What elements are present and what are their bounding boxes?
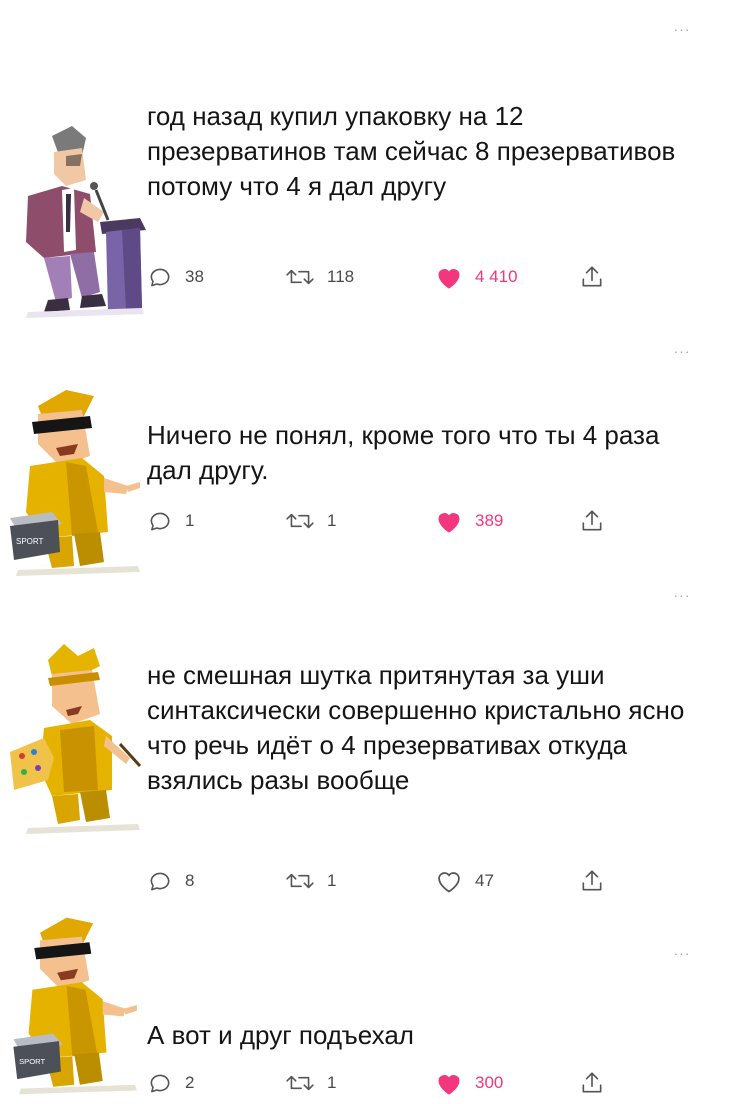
reply-count: 2 — [185, 1073, 195, 1092]
share-icon — [582, 1072, 602, 1093]
more-options-icon[interactable]: ··· — [668, 588, 696, 602]
reply-button[interactable]: 2 — [147, 1068, 194, 1098]
reply-count: 38 — [185, 267, 204, 286]
tweet-actions: 8 1 47 — [147, 866, 617, 896]
more-options-icon[interactable]: ··· — [668, 946, 696, 960]
reply-icon — [150, 512, 170, 531]
like-button[interactable]: 4 410 — [435, 262, 518, 292]
share-icon — [582, 870, 602, 891]
tweet-actions: 1 1 389 — [147, 506, 617, 536]
tweet-actions: 2 1 300 — [147, 1068, 617, 1098]
like-count: 4 410 — [475, 267, 518, 286]
avatar-painter-icon[interactable] — [8, 640, 148, 840]
tweet-text: год назад купил упаковку на 12 презерват… — [147, 101, 676, 201]
retweet-button[interactable]: 1 — [285, 506, 336, 536]
reply-button[interactable]: 38 — [147, 262, 204, 292]
like-count: 300 — [475, 1073, 504, 1092]
heart-filled-icon — [438, 513, 460, 533]
tweet-actions: 38 118 4 410 — [147, 262, 617, 292]
reply-count: 8 — [185, 871, 195, 890]
retweet-icon — [286, 873, 314, 889]
tweet-3: ··· не смешная шутка притянутая за уши с… — [0, 588, 736, 910]
reply-count: 1 — [185, 511, 195, 530]
retweet-count: 1 — [327, 511, 337, 530]
like-button[interactable]: 389 — [435, 506, 503, 536]
reply-icon — [150, 268, 170, 287]
more-options-icon[interactable]: ··· — [668, 344, 696, 358]
retweet-count: 1 — [327, 1073, 337, 1092]
reply-icon — [150, 1074, 170, 1093]
more-options-icon[interactable]: ··· — [668, 22, 696, 36]
like-count: 47 — [475, 871, 494, 890]
share-button[interactable] — [579, 866, 605, 896]
tweet-4: ··· SPORT А вот и друг подъехал 2 1 300 — [0, 910, 736, 1104]
heart-filled-icon — [438, 269, 460, 289]
like-count: 389 — [475, 511, 504, 530]
heart-outline-icon — [438, 872, 460, 893]
retweet-button[interactable]: 118 — [285, 262, 354, 292]
retweet-button[interactable]: 1 — [285, 1068, 336, 1098]
like-button[interactable]: 300 — [435, 1068, 503, 1098]
reply-button[interactable]: 1 — [147, 506, 194, 536]
avatar-speaker-icon[interactable] — [8, 122, 148, 322]
tweet-text: Ничего не понял, кроме того что ты 4 раз… — [147, 420, 660, 485]
retweet-icon — [286, 269, 314, 285]
share-icon — [582, 510, 602, 531]
retweet-icon — [286, 513, 314, 529]
tweet-text: А вот и друг подъехал — [147, 1020, 414, 1050]
avatar-sunglasses-man-icon[interactable]: SPORT — [8, 910, 148, 1100]
retweet-count: 118 — [327, 267, 355, 286]
bag-label: SPORT — [16, 537, 44, 546]
share-button[interactable] — [579, 1068, 605, 1098]
share-button[interactable] — [579, 506, 605, 536]
reply-button[interactable]: 8 — [147, 866, 194, 896]
tweet-1: ··· год назад купил упаковку на 12 презе… — [0, 0, 736, 330]
share-button[interactable] — [579, 262, 605, 292]
tweet-2: ··· SPORT Ничего не понял, кроме того чт… — [0, 330, 736, 590]
reply-icon — [150, 872, 170, 891]
retweet-icon — [286, 1075, 314, 1091]
bag-label: SPORT — [19, 1057, 45, 1066]
heart-filled-icon — [438, 1075, 460, 1095]
avatar-sunglasses-man-icon[interactable]: SPORT — [8, 382, 148, 582]
like-button[interactable]: 47 — [435, 866, 494, 896]
tweet-text: не смешная шутка притянутая за уши синта… — [147, 660, 685, 795]
retweet-count: 1 — [327, 871, 337, 890]
retweet-button[interactable]: 1 — [285, 866, 336, 896]
share-icon — [582, 266, 602, 287]
